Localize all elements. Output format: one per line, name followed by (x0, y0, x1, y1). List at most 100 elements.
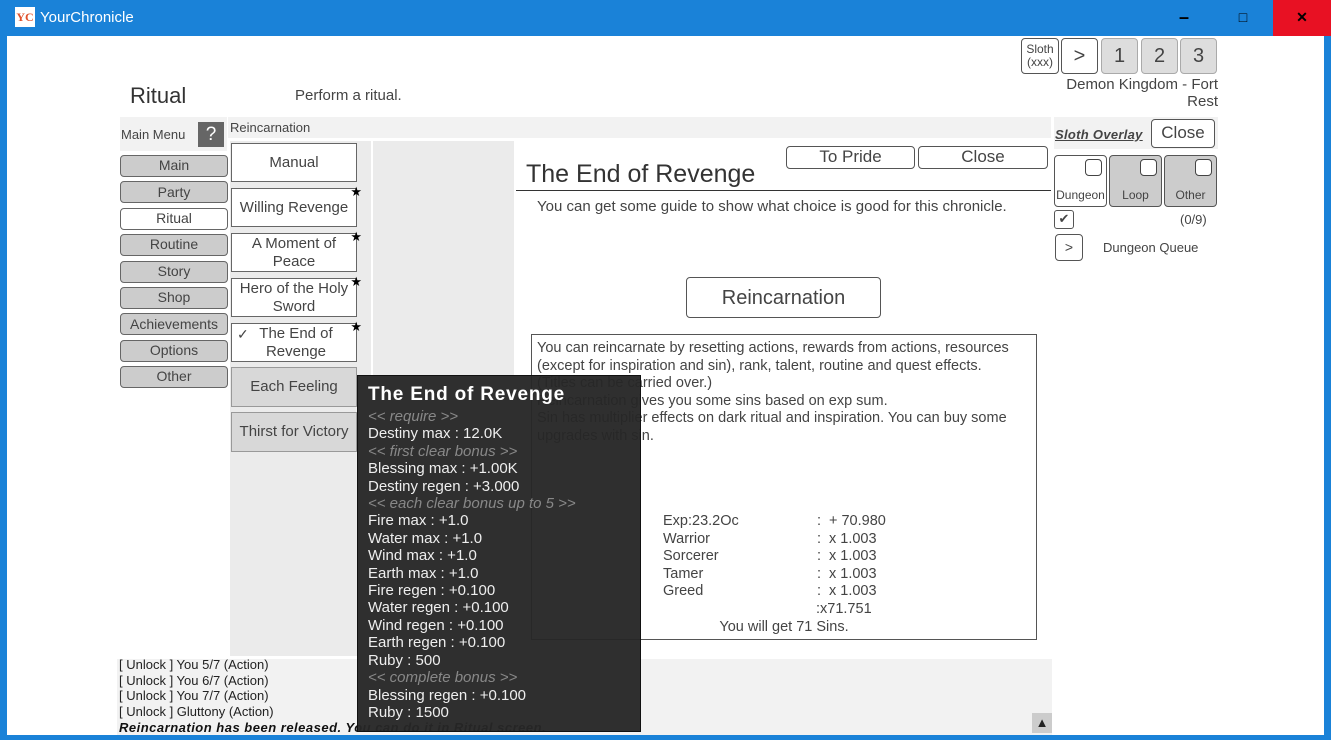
stat-value: x 1.003 (829, 530, 877, 547)
ritual-item[interactable]: ✓ The End of Revenge ★ (231, 319, 362, 362)
scroll-up-button[interactable]: ▲ (1032, 713, 1052, 733)
to-pride-button[interactable]: To Pride (786, 146, 915, 169)
star-icon: ★ (350, 319, 362, 334)
next-button[interactable]: > (1061, 38, 1098, 74)
sloth-overlay-title: Sloth Overlay (1055, 127, 1143, 142)
stat-label: Greed (663, 583, 704, 600)
ritual-item[interactable]: A Moment of Peace ★ (231, 229, 362, 272)
toggle-checkbox-icon (1140, 159, 1157, 176)
toggle-checkbox-icon (1085, 159, 1102, 176)
maximize-button[interactable]: □ (1214, 0, 1272, 36)
section-label: Reincarnation (230, 120, 311, 135)
tooltip-section-header: << first clear bonus >> (368, 442, 518, 460)
menu-item-routine[interactable]: Routine (120, 234, 228, 257)
ritual-item[interactable]: Hero of the Holy Sword ★ (231, 274, 362, 317)
stat-value: x 1.003 (829, 565, 877, 582)
ritual-label: Each Feeling (250, 378, 338, 395)
stat-separator: : (817, 513, 822, 529)
ritual-label: Thirst for Victory (239, 423, 349, 440)
ritual-label: A Moment of Peace (251, 234, 337, 270)
close-window-button[interactable]: ✕ (1273, 0, 1331, 36)
tooltip-line: Earth regen : +0.100 (368, 634, 506, 652)
slot-1-button[interactable]: 1 (1101, 38, 1138, 74)
tooltip-line: Water regen : +0.100 (368, 599, 509, 617)
tooltip-line: Wind regen : +0.100 (368, 616, 504, 634)
tooltip-line: Earth max : +1.0 (368, 564, 479, 582)
bottom-border (0, 735, 1331, 740)
main-menu-label: Main Menu (121, 127, 186, 142)
stat-value: x 1.003 (829, 583, 877, 600)
ritual-label: Willing Revenge (239, 198, 349, 216)
info-line: You can reincarnate by resetting actions… (537, 340, 1009, 374)
app-title: YourChronicle (40, 9, 134, 26)
stat-label: Tamer (663, 565, 704, 582)
check-icon: ✓ (237, 326, 249, 342)
ritual-item[interactable]: Each Feeling (231, 367, 357, 407)
tooltip-section-header: << complete bonus >> (368, 669, 518, 687)
stat-separator: : (817, 530, 822, 547)
tooltip-line: Blessing max : +1.00K (368, 460, 518, 478)
menu-item-ritual[interactable]: Ritual (120, 207, 228, 230)
menu-item-achievements[interactable]: Achievements (120, 313, 228, 336)
page-description: Perform a ritual. (295, 87, 402, 104)
slot-3-button[interactable]: 3 (1180, 38, 1217, 74)
menu-item-other[interactable]: Other (120, 366, 228, 389)
toggle-checkbox-icon (1195, 159, 1212, 176)
menu-item-story[interactable]: Story (120, 260, 228, 283)
menu-item-shop[interactable]: Shop (120, 287, 228, 309)
menu-item-main[interactable]: Main (120, 155, 228, 177)
stat-separator: : (817, 583, 822, 600)
queue-checkbox[interactable]: ✔ (1054, 210, 1074, 229)
tooltip-line: Blessing regen : +0.100 (368, 686, 527, 704)
tooltip-section-header: << each clear bonus up to 5 >> (368, 495, 576, 513)
toggle-dungeon[interactable]: Dungeon (1054, 155, 1107, 207)
location-label: Demon Kingdom - Fort Rest (1066, 76, 1218, 110)
toggle-loop[interactable]: Loop (1109, 155, 1162, 207)
tooltip-line: Wind max : +1.0 (368, 547, 477, 565)
ritual-label: Hero of the Holy Sword (239, 279, 349, 315)
dungeon-queue-label: Dungeon Queue (1103, 240, 1199, 255)
ritual-item[interactable]: Willing Revenge ★ (231, 184, 362, 227)
tooltip-line: Ruby : 500 (368, 651, 441, 669)
title-bar: YC YourChronicle – □ ✕ (0, 0, 1331, 36)
help-button[interactable]: ? (198, 122, 224, 147)
stat-value: x 1.003 (829, 548, 877, 565)
stat-label: Exp:23.2Oc (663, 513, 739, 529)
tooltip-line: Destiny regen : +3.000 (368, 477, 520, 495)
ritual-item[interactable]: Manual (231, 143, 357, 182)
stat-value: :x71.751 (816, 601, 872, 617)
star-icon: ★ (350, 229, 362, 244)
toggle-label: Dungeon (1056, 187, 1105, 202)
ritual-tooltip: The End of Revenge << require >> Destiny … (357, 375, 641, 732)
panel-close-button[interactable]: Close (918, 146, 1048, 169)
star-icon: ★ (350, 274, 362, 289)
toggle-other[interactable]: Other (1164, 155, 1217, 207)
stat-label: Sorcerer (663, 548, 719, 565)
stat-value: + 70.980 (829, 513, 886, 529)
section-header (228, 117, 1051, 138)
sloth-button[interactable]: Sloth (xxx) (1021, 38, 1059, 74)
stat-separator: : (817, 565, 822, 582)
tooltip-line: Ruby : 1500 (368, 703, 449, 721)
minimize-button[interactable]: – (1155, 0, 1213, 36)
ritual-label: Manual (269, 153, 319, 171)
menu-item-party[interactable]: Party (120, 181, 228, 204)
ritual-item[interactable]: Thirst for Victory (231, 412, 357, 452)
app-logo-icon: YC (15, 7, 35, 27)
queue-expand-button[interactable]: > (1055, 234, 1083, 261)
sloth-close-button[interactable]: Close (1151, 119, 1215, 148)
tooltip-line: Destiny max : 12.0K (368, 425, 503, 443)
queue-count: (0/9) (1180, 212, 1207, 227)
tooltip-section-header: << require >> (368, 408, 459, 425)
tooltip-line: Water max : +1.0 (368, 529, 483, 547)
tooltip-line: Fire regen : +0.100 (368, 582, 496, 600)
slot-2-button[interactable]: 2 (1141, 38, 1178, 74)
toggle-label: Other (1175, 187, 1206, 202)
tooltip-title: The End of Revenge (368, 384, 566, 405)
reincarnation-button[interactable]: Reincarnation (686, 277, 881, 318)
guide-text: You can get some guide to show what choi… (537, 198, 1007, 215)
menu-item-options[interactable]: Options (120, 339, 228, 362)
page-title: Ritual (130, 83, 187, 108)
stat-separator: : (817, 548, 822, 565)
toggle-label: Loop (1122, 187, 1149, 202)
